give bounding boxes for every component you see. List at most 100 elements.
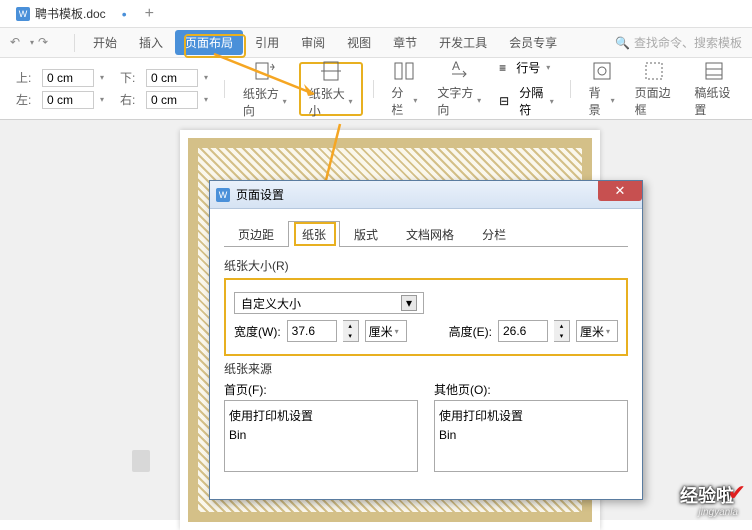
other-pages-list[interactable]: 使用打印机设置 Bin (434, 400, 628, 472)
paper-size-button[interactable]: 纸张大小▾ (299, 62, 363, 116)
width-unit-select[interactable]: 厘米▾ (365, 320, 407, 342)
tab-grid[interactable]: 文档网格 (392, 221, 468, 247)
chevron-down-icon: ▾ (401, 295, 417, 311)
stepper-icon[interactable]: ▾ (204, 95, 208, 104)
page-indicator-icon[interactable] (132, 450, 150, 472)
stepper-icon[interactable]: ▾ (204, 73, 208, 82)
tab-paper[interactable]: 纸张 (288, 221, 340, 247)
margin-left-input[interactable] (42, 91, 94, 109)
paper-preset-value: 自定义大小 (241, 295, 301, 312)
chevron-down-icon: ▾ (349, 97, 353, 106)
list-item[interactable]: 使用打印机设置 (229, 405, 413, 426)
margin-right-label: 右: (120, 91, 140, 108)
manuscript-button[interactable]: 稿纸设置 (686, 62, 742, 116)
unit-label: 厘米 (369, 323, 393, 340)
background-icon (589, 60, 615, 82)
separator-icon: ⊟ (499, 94, 509, 108)
chevron-down-icon: ▾ (413, 96, 417, 105)
list-item[interactable]: Bin (439, 426, 623, 444)
width-stepper[interactable]: ▴▾ (343, 320, 359, 342)
chevron-down-icon[interactable]: ▾ (30, 38, 34, 47)
margin-bottom-label: 下: (120, 69, 140, 86)
close-button[interactable]: ✕ (598, 181, 642, 201)
height-label: 高度(E): (449, 323, 492, 340)
orientation-icon (252, 59, 278, 83)
menu-view[interactable]: 视图 (337, 30, 381, 55)
chevron-down-icon: ▾ (283, 97, 287, 106)
margin-bottom-input[interactable] (146, 69, 198, 87)
width-label: 宽度(W): (234, 323, 281, 340)
orientation-button[interactable]: 纸张方向▾ (235, 62, 295, 116)
tab-indicator: • (122, 6, 127, 22)
separator (224, 80, 225, 98)
margin-right-input[interactable] (146, 91, 198, 109)
manuscript-icon (701, 60, 727, 82)
doc-icon: W (16, 7, 30, 21)
paper-source-label: 纸张来源 (224, 360, 628, 377)
menu-home[interactable]: 开始 (83, 30, 127, 55)
document-tab[interactable]: W 聘书模板.doc (8, 3, 114, 24)
menu-devtools[interactable]: 开发工具 (429, 30, 497, 55)
tab-margins[interactable]: 页边距 (224, 221, 288, 247)
manuscript-label: 稿纸设置 (694, 84, 734, 118)
menu-review[interactable]: 审阅 (291, 30, 335, 55)
doc-title: 聘书模板.doc (35, 5, 106, 22)
new-tab-button[interactable]: + (145, 5, 154, 23)
line-number-label: 行号 (516, 59, 540, 76)
tab-columns[interactable]: 分栏 (468, 221, 520, 247)
orientation-label: 纸张方向 (243, 85, 282, 119)
columns-label: 分栏 (391, 84, 412, 118)
height-unit-select[interactable]: 厘米▾ (576, 320, 618, 342)
width-input[interactable] (287, 320, 337, 342)
menu-chapter[interactable]: 章节 (383, 30, 427, 55)
text-direction-label: 文字方向 (437, 84, 476, 118)
paper-size-icon (318, 59, 344, 83)
first-page-list[interactable]: 使用打印机设置 Bin (224, 400, 418, 472)
separator-label: 分隔符 (519, 84, 544, 118)
height-input[interactable] (498, 320, 548, 342)
page-border-button[interactable]: 页面边框 (627, 62, 683, 116)
watermark: 经验啦 (680, 482, 734, 508)
border-icon (641, 60, 667, 82)
background-label: 背景 (589, 84, 610, 118)
search-placeholder: 查找命令、搜索模板 (634, 34, 742, 51)
dialog-title: 页面设置 (236, 186, 284, 203)
background-button[interactable]: 背景▾ (581, 62, 623, 116)
app-icon: W (216, 188, 230, 202)
svg-text:A: A (452, 60, 460, 73)
menu-insert[interactable]: 插入 (129, 30, 173, 55)
margin-top-input[interactable] (42, 69, 94, 87)
menu-member[interactable]: 会员专享 (499, 30, 567, 55)
search-box[interactable]: 🔍 查找命令、搜索模板 (615, 34, 742, 51)
list-item[interactable]: Bin (229, 426, 413, 444)
text-direction-icon: A (446, 60, 472, 82)
separator (74, 34, 75, 52)
stepper-icon[interactable]: ▾ (100, 95, 104, 104)
chevron-down-icon: ▾ (395, 327, 399, 336)
chevron-down-icon: ▾ (546, 63, 550, 72)
margin-top-label: 上: (16, 69, 36, 86)
redo-button[interactable]: ↷ (38, 35, 54, 51)
menu-page-layout[interactable]: 页面布局 (175, 30, 243, 55)
page-border-label: 页面边框 (635, 84, 675, 118)
first-page-label: 首页(F): (224, 381, 418, 398)
highlight-box: 自定义大小 ▾ 宽度(W): ▴▾ 厘米▾ 高度(E): ▴▾ 厘米▾ (224, 278, 628, 356)
list-item[interactable]: 使用打印机设置 (439, 405, 623, 426)
undo-button[interactable]: ↶ (10, 35, 26, 51)
separator (373, 80, 374, 98)
height-stepper[interactable]: ▴▾ (554, 320, 570, 342)
chevron-down-icon: ▾ (477, 96, 481, 105)
checkmark-icon: ✔ (728, 480, 746, 506)
columns-button[interactable]: 分栏▾ (383, 62, 425, 116)
separator-button[interactable]: ⊟ 分隔符 ▾ (499, 84, 554, 118)
menu-references[interactable]: 引用 (245, 30, 289, 55)
tab-layout[interactable]: 版式 (340, 221, 392, 247)
chevron-down-icon: ▾ (550, 97, 554, 106)
unit-label: 厘米 (580, 323, 604, 340)
line-number-button[interactable]: ≡行号▾ (499, 59, 554, 76)
text-direction-button[interactable]: A 文字方向▾ (429, 62, 489, 116)
stepper-icon[interactable]: ▾ (100, 73, 104, 82)
paper-preset-select[interactable]: 自定义大小 ▾ (234, 292, 424, 314)
margin-left-label: 左: (16, 91, 36, 108)
dialog-titlebar[interactable]: W 页面设置 ✕ (210, 181, 642, 209)
